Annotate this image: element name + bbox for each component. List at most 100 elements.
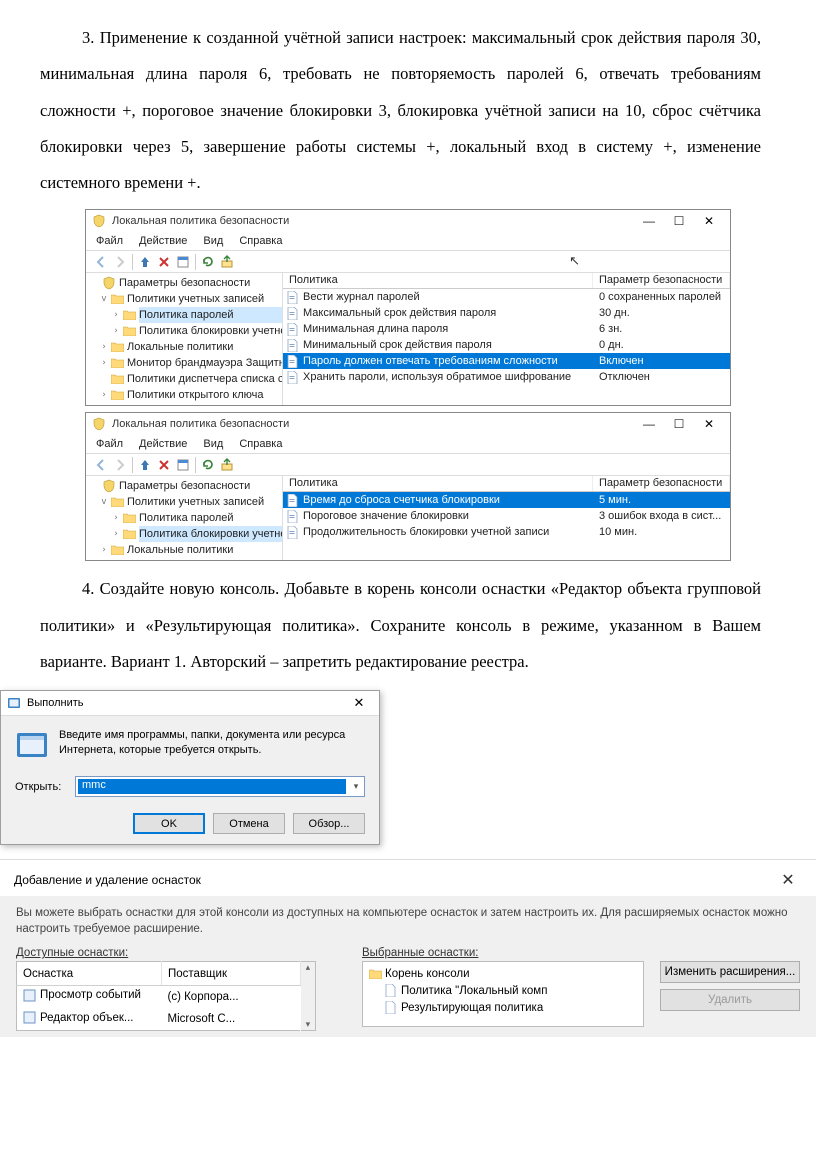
tree-root[interactable]: Параметры безопасности <box>119 275 282 291</box>
policy-name: Минимальная длина пароля <box>301 323 593 335</box>
menu-action[interactable]: Действие <box>137 234 189 248</box>
ok-button[interactable]: OK <box>133 813 205 834</box>
policy-value: Отключен <box>593 371 730 383</box>
forward-icon[interactable] <box>111 253 129 271</box>
tree-root[interactable]: Параметры безопасности <box>119 478 282 494</box>
doc-icon <box>283 307 301 320</box>
selected-list[interactable]: Корень консоли Политика "Локальный комп … <box>362 961 644 1027</box>
available-label: Доступные оснастки: <box>16 945 316 961</box>
snapin-title: Добавление и удаление оснасток <box>14 873 774 887</box>
tree-item[interactable]: Политика блокировки учетной з <box>139 323 282 339</box>
cancel-button[interactable]: Отмена <box>213 813 285 834</box>
doc-icon <box>283 355 301 368</box>
folder-icon <box>110 373 124 385</box>
folder-icon <box>122 512 136 524</box>
selected-item[interactable]: Политика "Локальный комп <box>401 985 547 997</box>
delete-button[interactable]: Удалить <box>660 989 800 1011</box>
shield-icon <box>102 480 116 492</box>
delete-icon[interactable] <box>155 456 173 474</box>
menu-file[interactable]: Файл <box>94 234 125 248</box>
secpol-window-2: Локальная политика безопасности — ☐ ✕ Фа… <box>85 412 731 561</box>
column-setting[interactable]: Параметр безопасности <box>593 273 730 288</box>
close-button[interactable]: ✕ <box>694 211 724 231</box>
menu-help[interactable]: Справка <box>237 234 284 248</box>
window-title: Локальная политика безопасности <box>112 418 634 430</box>
close-button[interactable]: ✕ <box>774 870 802 890</box>
tree-item[interactable]: Локальные политики <box>127 542 282 558</box>
column-policy[interactable]: Политика <box>283 273 593 288</box>
tree-item[interactable]: Политика паролей <box>139 510 282 526</box>
list-row[interactable]: Время до сброса счетчика блокировки5 мин… <box>283 492 730 508</box>
open-combobox[interactable]: mmc ▾ <box>75 776 365 797</box>
list-row[interactable]: Пороговое значение блокировки3 ошибок вх… <box>283 508 730 524</box>
tree-item[interactable]: Политики диспетчера списка сетей <box>127 371 282 387</box>
selected-root[interactable]: Корень консоли <box>385 968 470 980</box>
table-row[interactable]: Редактор объек...Microsoft C... <box>17 1008 301 1031</box>
selected-item[interactable]: Результирующая политика <box>401 1002 543 1014</box>
up-icon[interactable] <box>136 253 154 271</box>
scrollbar[interactable]: ▴▾ <box>301 961 316 1031</box>
up-icon[interactable] <box>136 456 154 474</box>
snapin-dialog: Добавление и удаление оснасток ✕ Вы може… <box>0 859 816 1037</box>
secpol-window-1: Локальная политика безопасности — ☐ ✕ Фа… <box>85 209 731 406</box>
column-snapin[interactable]: Оснастка <box>17 962 162 985</box>
edit-extensions-button[interactable]: Изменить расширения... <box>660 961 800 983</box>
open-value[interactable]: mmc <box>78 779 346 794</box>
nav-tree[interactable]: Параметры безопасности vПолитики учетных… <box>86 476 283 560</box>
back-icon[interactable] <box>92 253 110 271</box>
shield-icon <box>92 214 106 228</box>
tree-item[interactable]: Политики учетных записей <box>127 494 282 510</box>
column-policy[interactable]: Политика <box>283 476 593 491</box>
close-button[interactable]: ✕ <box>345 695 373 711</box>
browse-button[interactable]: Обзор... <box>293 813 365 834</box>
menu-help[interactable]: Справка <box>237 437 284 451</box>
tree-item[interactable]: Локальные политики <box>127 339 282 355</box>
policy-name: Пороговое значение блокировки <box>301 510 593 522</box>
list-row[interactable]: Вести журнал паролей0 сохраненных пароле… <box>283 289 730 305</box>
forward-icon[interactable] <box>111 456 129 474</box>
tree-item-password-policy[interactable]: Политика паролей <box>139 307 282 323</box>
delete-icon[interactable] <box>155 253 173 271</box>
back-icon[interactable] <box>92 456 110 474</box>
policy-value: 5 мин. <box>593 494 730 506</box>
refresh-icon[interactable] <box>199 456 217 474</box>
policy-name: Пароль должен отвечать требованиям сложн… <box>301 355 593 367</box>
minimize-button[interactable]: — <box>634 414 664 434</box>
cursor-icon: ↖ <box>569 253 580 269</box>
close-button[interactable]: ✕ <box>694 414 724 434</box>
open-label: Открыть: <box>15 781 65 793</box>
run-icon <box>7 696 21 710</box>
refresh-icon[interactable] <box>199 253 217 271</box>
menu-action[interactable]: Действие <box>137 437 189 451</box>
policy-value: 0 дн. <box>593 339 730 351</box>
tree-item[interactable]: Политики открытого ключа <box>127 387 282 403</box>
chevron-down-icon[interactable]: ▾ <box>348 781 364 792</box>
available-table[interactable]: Оснастка Поставщик Просмотр событий(c) К… <box>16 961 301 1031</box>
tree-item[interactable]: Политики учетных записей <box>127 291 282 307</box>
properties-icon[interactable] <box>174 456 192 474</box>
column-setting[interactable]: Параметр безопасности <box>593 476 730 491</box>
nav-tree[interactable]: Параметры безопасности vПолитики учетных… <box>86 273 283 405</box>
tree-item-lockout-policy[interactable]: Политика блокировки учетной з <box>139 526 282 542</box>
maximize-button[interactable]: ☐ <box>664 211 694 231</box>
menu-view[interactable]: Вид <box>201 437 225 451</box>
policy-list: Политика Параметр безопасности Вести жур… <box>283 273 730 405</box>
list-row[interactable]: Минимальная длина пароля6 зн. <box>283 321 730 337</box>
minimize-button[interactable]: — <box>634 211 664 231</box>
menu-file[interactable]: Файл <box>94 437 125 451</box>
column-vendor[interactable]: Поставщик <box>162 962 301 985</box>
tree-item[interactable]: Монитор брандмауэра Защитника <box>127 355 282 371</box>
policy-value: Включен <box>593 355 730 367</box>
maximize-button[interactable]: ☐ <box>664 414 694 434</box>
list-row[interactable]: Хранить пароли, используя обратимое шифр… <box>283 369 730 385</box>
properties-icon[interactable] <box>174 253 192 271</box>
export-icon[interactable] <box>218 456 236 474</box>
table-row[interactable]: Просмотр событий(c) Корпора... <box>17 985 301 1008</box>
list-row[interactable]: Максимальный срок действия пароля30 дн. <box>283 305 730 321</box>
menu-view[interactable]: Вид <box>201 234 225 248</box>
export-icon[interactable] <box>218 253 236 271</box>
list-row[interactable]: Пароль должен отвечать требованиям сложн… <box>283 353 730 369</box>
list-row[interactable]: Продолжительность блокировки учетной зап… <box>283 524 730 540</box>
list-row[interactable]: Минимальный срок действия пароля0 дн. <box>283 337 730 353</box>
doc-icon <box>283 291 301 304</box>
